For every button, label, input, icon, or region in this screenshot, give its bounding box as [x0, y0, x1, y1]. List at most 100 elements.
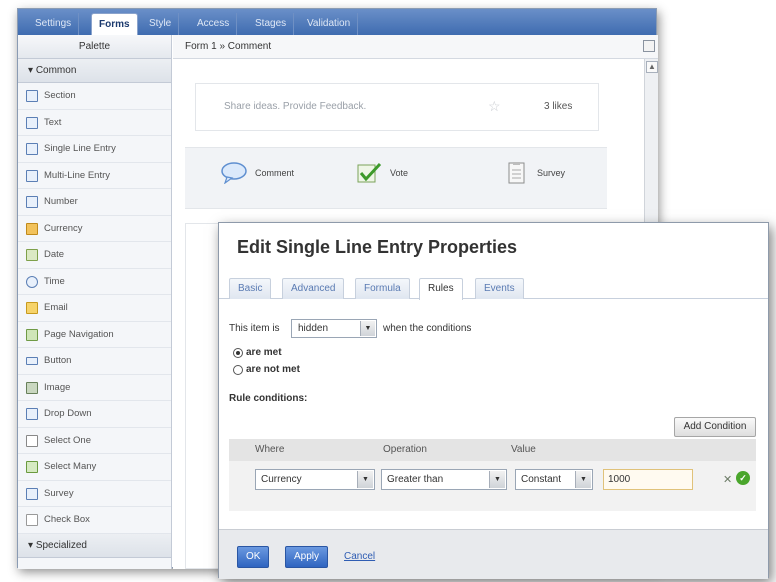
radio-label-are-met: are met [246, 347, 282, 358]
survey-action[interactable]: Survey [508, 162, 566, 184]
tab-access[interactable]: Access [190, 13, 238, 35]
palette-item-label: Currency [44, 222, 83, 234]
chevron-down-icon[interactable]: ▼ [360, 321, 375, 336]
palette-item-label: Number [44, 196, 78, 207]
palette-item-select-one[interactable]: Select One [18, 428, 171, 454]
condition-suffix: when the conditions [383, 323, 472, 334]
column-header: Where [255, 444, 285, 455]
section-icon [26, 90, 38, 102]
checkbox-icon [26, 514, 38, 526]
palette-item-email[interactable]: Email [18, 295, 171, 322]
tab-rules[interactable]: Rules [419, 278, 463, 300]
palette-item-date[interactable]: Date [18, 242, 171, 269]
scroll-up-icon[interactable]: ▲ [646, 61, 658, 73]
tab-validation[interactable]: Validation [300, 13, 359, 35]
confirm-check-icon[interactable]: ✓ [736, 471, 750, 485]
palette-item-survey[interactable]: Survey [18, 481, 171, 507]
radio-are-met[interactable] [233, 348, 243, 358]
conditions-table: Where Operation Value Currency ▼ Greater… [229, 439, 756, 511]
clock-icon [26, 275, 38, 288]
palette-item-number[interactable]: Number [18, 189, 171, 216]
survey-icon [26, 487, 38, 500]
palette-section-common[interactable]: ▾ Common [18, 59, 171, 83]
text-icon [26, 116, 38, 129]
palette-item-label: Time [44, 275, 65, 287]
maximize-icon[interactable] [643, 40, 655, 52]
add-condition-button[interactable]: Add Condition [674, 417, 756, 437]
comment-icon [221, 162, 247, 184]
multi-line-icon [26, 169, 38, 182]
where-value: Currency [261, 474, 302, 485]
palette-item-select-many[interactable]: Select Many [18, 454, 171, 481]
apply-button[interactable]: Apply [285, 546, 329, 568]
dialog-tabs: Basic Advanced Formula Rules Events [219, 275, 768, 300]
palette-item-label: Check Box [44, 514, 90, 525]
radio-label-are-not-met: are not met [246, 364, 300, 375]
select-many-icon [26, 461, 38, 473]
section-label: Common [35, 65, 77, 76]
palette-section-specialized[interactable]: ▾ Specialized [18, 533, 171, 558]
ok-button[interactable]: OK [237, 546, 270, 568]
palette-item-label: Multi-Line Entry [44, 169, 110, 181]
palette-item-label: Page Navigation [44, 328, 114, 340]
select-one-icon [26, 434, 38, 447]
chevron-down-icon[interactable]: ▼ [489, 471, 505, 488]
palette-item-text[interactable]: Text [18, 110, 171, 136]
action-label: Vote [390, 168, 409, 178]
checkmark-icon [357, 162, 382, 183]
value-type: Constant [521, 474, 562, 485]
share-text: Share ideas. Provide Feedback. [224, 101, 367, 112]
email-icon [26, 302, 38, 314]
where-select[interactable]: Currency ▼ [255, 469, 375, 490]
action-label: Survey [537, 168, 566, 178]
action-bar: Comment Vote Survey [185, 147, 607, 209]
dialog-footer: OK Apply Cancel [219, 529, 768, 579]
palette-item-currency[interactable]: Currency [18, 216, 171, 242]
top-tab-bar: Settings Forms Style Access Stages Valid… [18, 9, 656, 35]
visibility-select[interactable]: hidden ▼ [291, 319, 377, 338]
palette-item-single-line[interactable]: Single Line Entry [18, 136, 171, 163]
currency-icon [26, 222, 38, 235]
palette-item-image[interactable]: Image [18, 375, 171, 401]
chevron-down-icon[interactable]: ▼ [575, 471, 591, 488]
palette-item-label: Drop Down [44, 408, 92, 419]
edit-properties-dialog: Edit Single Line Entry Properties Basic … [218, 222, 769, 579]
comment-action[interactable]: Comment [221, 162, 294, 184]
vote-action[interactable]: Vote [357, 162, 409, 183]
remove-icon[interactable]: ✕ [723, 473, 732, 486]
palette-item-section[interactable]: Section [18, 83, 171, 110]
star-icon[interactable]: ☆ [488, 98, 501, 115]
tab-formula[interactable]: Formula [355, 278, 410, 299]
operation-select[interactable]: Greater than ▼ [381, 469, 507, 490]
cancel-link[interactable]: Cancel [344, 551, 375, 562]
chevron-down-icon[interactable]: ▼ [357, 471, 373, 488]
value-input[interactable]: 1000 [603, 469, 693, 490]
tab-basic[interactable]: Basic [229, 278, 272, 299]
palette-item-check-box[interactable]: Check Box [18, 507, 171, 534]
palette-item-dropdown[interactable]: Drop Down [18, 401, 171, 428]
palette-item-label: Select One [44, 434, 91, 446]
number-icon [26, 196, 38, 208]
palette-panel: Palette ▾ Common Section Text Single Lin… [18, 35, 172, 569]
rule-conditions-label: Rule conditions: [229, 393, 308, 404]
tab-settings[interactable]: Settings [28, 13, 80, 35]
tab-forms[interactable]: Forms [91, 13, 138, 35]
palette-item-label: Section [44, 90, 76, 101]
tab-stages[interactable]: Stages [248, 13, 295, 35]
palette-title: Palette [18, 35, 171, 59]
dialog-title: Edit Single Line Entry Properties [237, 237, 518, 257]
value-type-select[interactable]: Constant ▼ [515, 469, 593, 490]
tab-style[interactable]: Style [142, 13, 180, 35]
radio-are-not-met[interactable] [233, 365, 243, 375]
palette-item-time[interactable]: Time [18, 269, 171, 295]
palette-item-multi-line[interactable]: Multi-Line Entry [18, 163, 171, 189]
tab-events[interactable]: Events [475, 278, 524, 299]
palette-item-label: Text [44, 116, 62, 128]
calendar-icon [26, 249, 38, 261]
dropdown-icon [26, 408, 38, 420]
palette-item-button[interactable]: Button [18, 348, 171, 375]
tab-advanced[interactable]: Advanced [282, 278, 345, 299]
column-header: Value [511, 444, 536, 455]
palette-item-page-nav[interactable]: Page Navigation [18, 322, 171, 348]
palette-item-label: Email [44, 302, 68, 313]
